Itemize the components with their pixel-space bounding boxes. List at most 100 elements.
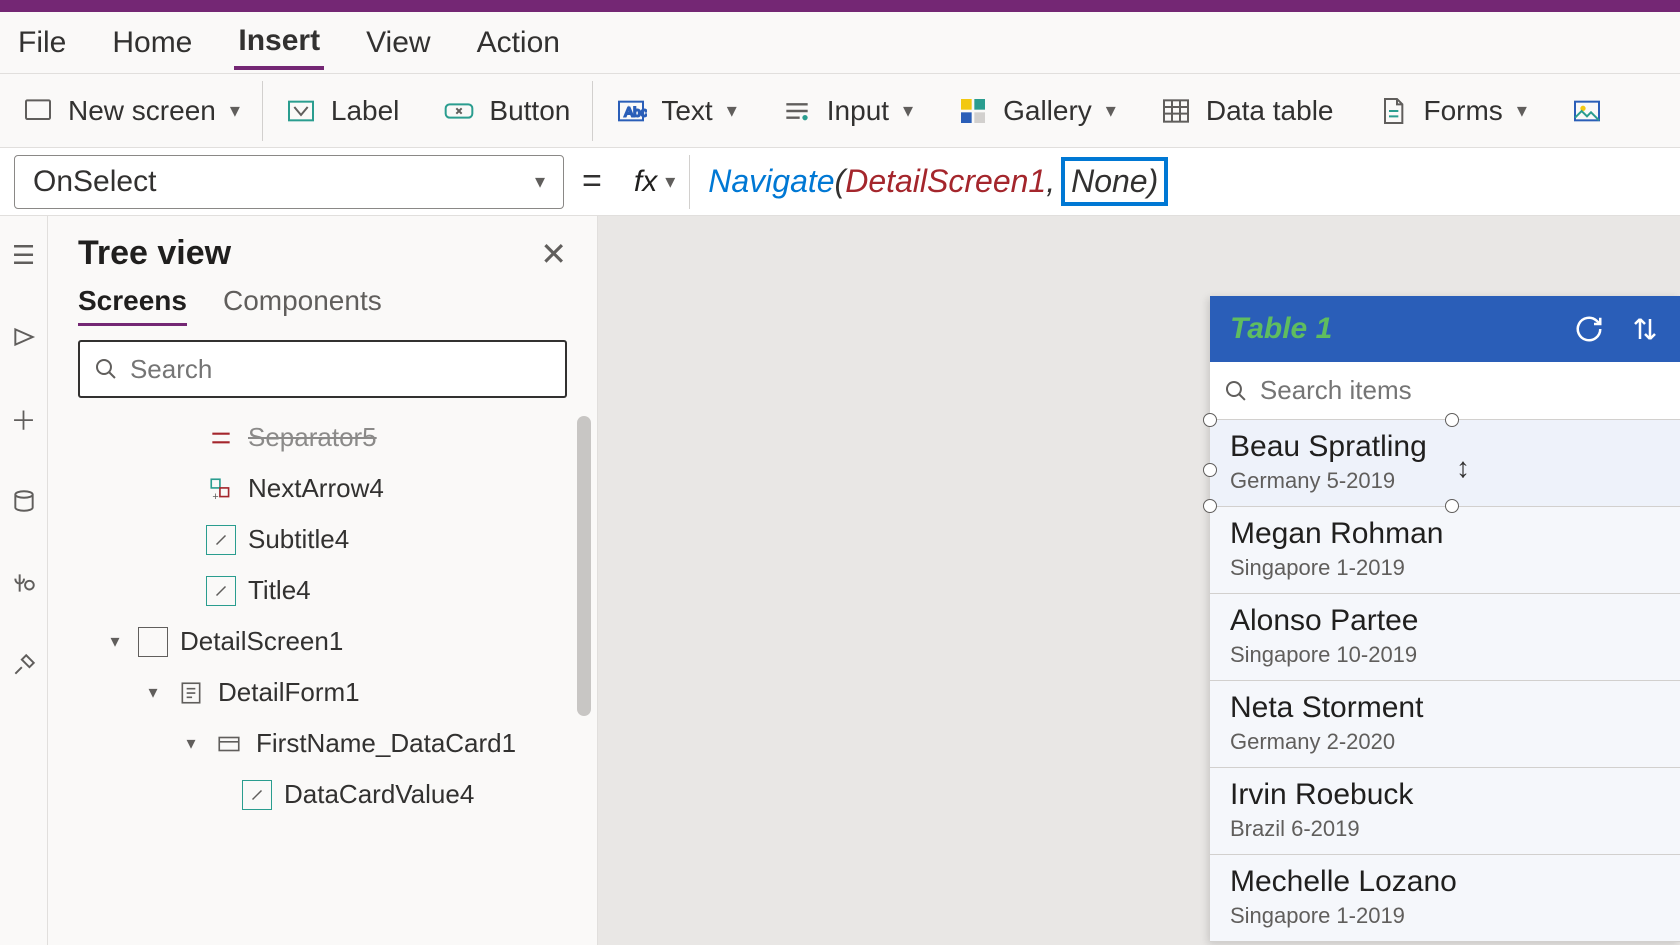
tree-node-subtitle4[interactable]: Subtitle4: [56, 514, 589, 565]
left-rail: ☰ ＋: [0, 216, 48, 945]
data-icon[interactable]: [9, 486, 39, 516]
tree-view-panel: Tree view ✕ Screens Components Separator…: [48, 216, 598, 945]
gallery-icon: [957, 95, 989, 127]
media-rail-icon[interactable]: [9, 568, 39, 598]
resize-cursor-icon: ↕: [1456, 452, 1470, 484]
tree-node-detailscreen1[interactable]: ▾ DetailScreen1: [56, 616, 589, 667]
preview-search-box[interactable]: [1210, 362, 1680, 420]
chevron-down-icon: ▾: [535, 169, 545, 194]
gallery-item[interactable]: Mechelle Lozano Singapore 1-2019: [1210, 855, 1680, 942]
tree-node-separator5[interactable]: Separator5: [56, 412, 589, 463]
input-button[interactable]: Input ▾: [759, 74, 935, 147]
tab-screens[interactable]: Screens: [78, 285, 187, 326]
app-preview: Table 1 ↕: [1210, 296, 1680, 942]
fx-button[interactable]: fx ▾: [620, 155, 690, 209]
label-icon: [242, 780, 272, 810]
selection-handle[interactable]: [1445, 413, 1459, 427]
formula-bar: OnSelect ▾ = fx ▾ Navigate ( DetailScree…: [0, 148, 1680, 216]
chevron-down-icon: ▾: [665, 169, 675, 194]
gallery-item-selected[interactable]: ↕ Beau Spratling Germany 5-2019: [1210, 420, 1680, 507]
formula-input[interactable]: Navigate ( DetailScreen1 , None ): [708, 157, 1168, 206]
screen-icon: [22, 95, 54, 127]
gallery-item-title: Irvin Roebuck: [1230, 778, 1660, 812]
text-button[interactable]: Abc Text ▾: [593, 74, 758, 147]
text-icon: Abc: [615, 95, 647, 127]
close-icon[interactable]: ✕: [540, 235, 567, 273]
tree-node-label: Title4: [248, 575, 311, 606]
gallery-item-title: Mechelle Lozano: [1230, 865, 1660, 899]
selection-handle[interactable]: [1203, 463, 1217, 477]
gallery-item[interactable]: Neta Storment Germany 2-2020: [1210, 681, 1680, 768]
button-button[interactable]: Button: [421, 74, 592, 147]
media-button[interactable]: [1549, 74, 1625, 147]
gallery-item-subtitle: Singapore 1-2019: [1230, 903, 1660, 929]
gallery-button[interactable]: Gallery ▾: [935, 74, 1138, 147]
label-icon: [206, 525, 236, 555]
form-icon: [176, 678, 206, 708]
scrollbar[interactable]: [577, 416, 591, 716]
tree-node-label: DataCardValue4: [284, 779, 474, 810]
sort-icon[interactable]: [1630, 314, 1660, 344]
label-icon: [206, 576, 236, 606]
chevron-down-icon: ▾: [1106, 98, 1116, 123]
tools-icon[interactable]: [9, 650, 39, 680]
preview-search-input[interactable]: [1260, 375, 1666, 406]
datatable-button[interactable]: Data table: [1138, 74, 1356, 147]
fx-label: fx: [634, 165, 657, 199]
formula-arg2: None: [1071, 163, 1148, 200]
tree-view-icon[interactable]: [9, 322, 39, 352]
formula-comma: ,: [1046, 163, 1055, 200]
tree-search-input[interactable]: [130, 354, 551, 385]
refresh-icon[interactable]: [1574, 314, 1604, 344]
tab-components[interactable]: Components: [223, 285, 382, 326]
gallery-item[interactable]: Alonso Partee Singapore 10-2019: [1210, 594, 1680, 681]
gallery-item-subtitle: Singapore 10-2019: [1230, 642, 1660, 668]
menu-insert[interactable]: Insert: [234, 16, 324, 70]
gallery-item-title: Megan Rohman: [1230, 517, 1660, 551]
datatable-label: Data table: [1206, 95, 1334, 127]
text-label: Text: [661, 95, 712, 127]
tree-node-title4[interactable]: Title4: [56, 565, 589, 616]
svg-text:Abc: Abc: [625, 104, 648, 119]
gallery-item-subtitle: Brazil 6-2019: [1230, 816, 1660, 842]
insert-icon[interactable]: ＋: [9, 404, 39, 434]
new-screen-button[interactable]: New screen ▾: [0, 74, 262, 147]
app-title-bar: [0, 0, 1680, 12]
selection-handle[interactable]: [1203, 413, 1217, 427]
media-icon: [1571, 95, 1603, 127]
property-selector[interactable]: OnSelect ▾: [14, 155, 564, 209]
tree-search-box[interactable]: [78, 340, 567, 398]
new-screen-label: New screen: [68, 95, 216, 127]
hamburger-icon[interactable]: ☰: [9, 240, 39, 270]
chevron-down-icon: ▾: [727, 98, 737, 123]
gallery-item[interactable]: Irvin Roebuck Brazil 6-2019: [1210, 768, 1680, 855]
canvas-area[interactable]: Table 1 ↕: [598, 216, 1680, 945]
gallery-item-subtitle: Singapore 1-2019: [1230, 555, 1660, 581]
menu-file[interactable]: File: [14, 18, 70, 68]
menu-view[interactable]: View: [362, 18, 434, 68]
tree-node-datacardvalue4[interactable]: DataCardValue4: [56, 769, 589, 820]
formula-function: Navigate: [708, 163, 834, 200]
chevron-down-icon[interactable]: ▾: [142, 682, 164, 703]
tree-node-nextarrow4[interactable]: + NextArrow4: [56, 463, 589, 514]
gallery-item[interactable]: Megan Rohman Singapore 1-2019: [1210, 507, 1680, 594]
menu-action[interactable]: Action: [473, 18, 564, 68]
forms-icon: [1377, 95, 1409, 127]
chevron-down-icon[interactable]: ▾: [104, 631, 126, 652]
label-button[interactable]: Label: [263, 74, 422, 147]
chevron-down-icon[interactable]: ▾: [180, 733, 202, 754]
formula-open-paren: (: [835, 163, 846, 200]
selection-handle[interactable]: [1203, 499, 1217, 513]
forms-button[interactable]: Forms ▾: [1355, 74, 1548, 147]
tree-node-detailform1[interactable]: ▾ DetailForm1: [56, 667, 589, 718]
formula-highlighted-arg: None ): [1061, 157, 1168, 206]
selection-handle[interactable]: [1445, 499, 1459, 513]
tree-node-label: DetailForm1: [218, 677, 360, 708]
menu-home[interactable]: Home: [108, 18, 196, 68]
datatable-icon: [1160, 95, 1192, 127]
gallery-item-subtitle: Germany 5-2019: [1230, 468, 1660, 494]
tree-node-label: FirstName_DataCard1: [256, 728, 516, 759]
input-label: Input: [827, 95, 889, 127]
tree-node-firstname-datacard1[interactable]: ▾ FirstName_DataCard1: [56, 718, 589, 769]
tree-node-label: NextArrow4: [248, 473, 384, 504]
